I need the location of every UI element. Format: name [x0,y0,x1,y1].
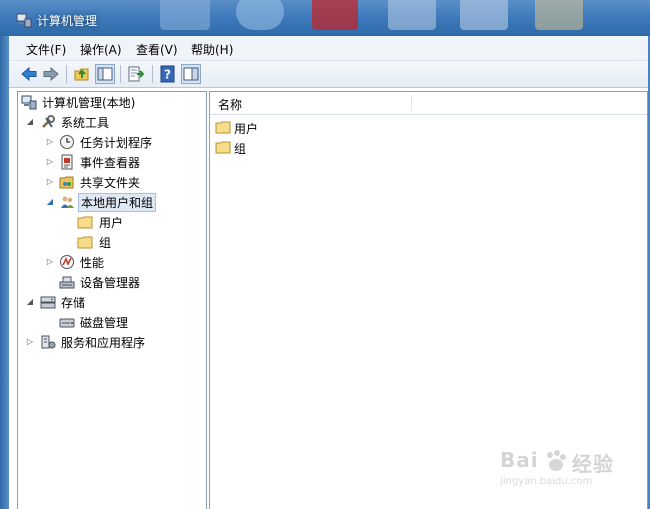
tree-node-device-manager[interactable]: 设备管理器 [59,272,199,292]
expand-arrow-icon[interactable]: ▷ [46,158,54,166]
device-manager-icon [59,276,75,289]
menu-bar: 文件(F) 操作(A) 查看(V) 帮助(H) [9,36,648,61]
computer-management-icon [21,95,37,110]
tree-node-performance[interactable]: ▷ 性能 [46,252,201,272]
folder-icon [215,141,231,154]
collapse-arrow-icon[interactable]: ◢ [26,298,34,306]
expand-arrow-icon[interactable]: ▷ [46,138,54,146]
column-header-bar: 名称 [210,92,647,115]
export-list-icon[interactable] [126,64,146,84]
tree-label: 本地用户和组 [78,193,157,212]
folder-icon [77,236,93,249]
svg-text:?: ? [164,68,171,82]
toolbar-separator [66,65,67,83]
show-hide-action-pane-button[interactable] [181,64,201,84]
collapse-arrow-icon[interactable]: ◢ [46,198,54,206]
services-icon [41,335,56,349]
tree-label: 计算机管理(本地) [42,96,136,110]
show-hide-action-pane-icon [183,67,199,81]
folder-icon [77,216,93,229]
tree-node-shared-folders[interactable]: ▷ 共享文件夹 [46,172,201,192]
menu-help[interactable]: 帮助(H) [191,41,233,58]
taskbar-thumbnail [236,0,284,30]
baidu-watermark: Bai 经验 jingyan.baidu.com [500,448,640,498]
tree-label: 系统工具 [61,116,110,130]
tree-node-disk-management[interactable]: 磁盘管理 [59,312,199,332]
console-tree[interactable]: 计算机管理(本地) ◢ 系统工具 ▷ 任务计划程序 ▷ 事件查看器 ▷ 共享文件… [17,91,207,509]
performance-icon [60,255,74,269]
tree-label: 磁盘管理 [80,316,129,330]
list-item-label: 组 [234,142,247,156]
tree-label: 共享文件夹 [80,176,141,190]
column-divider[interactable] [411,95,412,111]
tree-node-system-tools[interactable]: ◢ 系统工具 [26,112,196,132]
expand-arrow-icon[interactable]: ▷ [26,338,34,346]
tree-node-storage[interactable]: ◢ 存储 [26,292,196,312]
window-frame-left [0,36,9,509]
forward-icon[interactable] [41,64,61,84]
show-hide-tree-button[interactable] [95,64,115,84]
computer-management-icon [16,13,32,28]
collapse-arrow-icon[interactable]: ◢ [26,118,34,126]
shared-folder-icon [59,176,74,189]
tree-label: 性能 [80,256,105,270]
paw-icon [547,450,566,471]
window-title: 计算机管理 [37,14,98,28]
tree-label: 事件查看器 [80,156,141,170]
tree-node-groups[interactable]: 组 [77,232,197,252]
tree-label: 设备管理器 [80,276,141,290]
toolbar-separator [120,65,121,83]
tree-node-event-viewer[interactable]: ▷ 事件查看器 [46,152,201,172]
storage-icon [40,296,56,309]
tree-node-services-apps[interactable]: ▷ 服务和应用程序 [26,332,196,352]
title-bar[interactable]: 计算机管理 [0,0,650,36]
disk-icon [59,318,75,328]
help-icon[interactable]: ? [158,64,178,84]
watermark-brand-suffix: 经验 [572,452,614,476]
tree-node-users[interactable]: 用户 [77,212,197,232]
tree-label: 服务和应用程序 [61,336,146,350]
expand-arrow-icon[interactable]: ▷ [46,258,54,266]
tree-node-local-users-groups[interactable]: ◢ 本地用户和组 [46,192,201,212]
column-header-name[interactable]: 名称 [218,96,242,113]
users-group-icon [61,196,74,208]
folder-icon [215,121,231,134]
taskbar-thumbnail [388,0,436,30]
taskbar-thumbnail [312,0,358,30]
tree-node-task-scheduler[interactable]: ▷ 任务计划程序 [46,132,201,152]
show-hide-tree-icon [97,67,113,81]
tree-label: 组 [99,236,112,250]
tree-label: 任务计划程序 [80,136,153,150]
tree-label: 存储 [61,296,86,310]
watermark-url: jingyan.baidu.com [500,476,593,487]
menu-file[interactable]: 文件(F) [26,41,66,58]
tree-node-root[interactable]: 计算机管理(本地) [21,92,201,112]
toolbar-separator [152,65,153,83]
clock-icon [60,135,74,149]
toolbar: ? [9,61,648,88]
list-item-label: 用户 [234,122,259,136]
tree-label: 用户 [99,216,124,230]
menu-view[interactable]: 查看(V) [136,41,178,58]
menu-action[interactable]: 操作(A) [80,41,122,58]
taskbar-thumbnail [535,0,583,30]
back-icon[interactable] [19,64,39,84]
details-pane[interactable]: 名称 用户 组 [209,91,648,509]
event-log-icon [61,154,73,170]
up-folder-icon[interactable] [72,64,92,84]
taskbar-thumbnail [460,0,508,30]
expand-arrow-icon[interactable]: ▷ [46,178,54,186]
tools-icon [42,115,55,128]
watermark-brand: Bai [500,448,539,472]
taskbar-thumbnail [160,0,210,30]
